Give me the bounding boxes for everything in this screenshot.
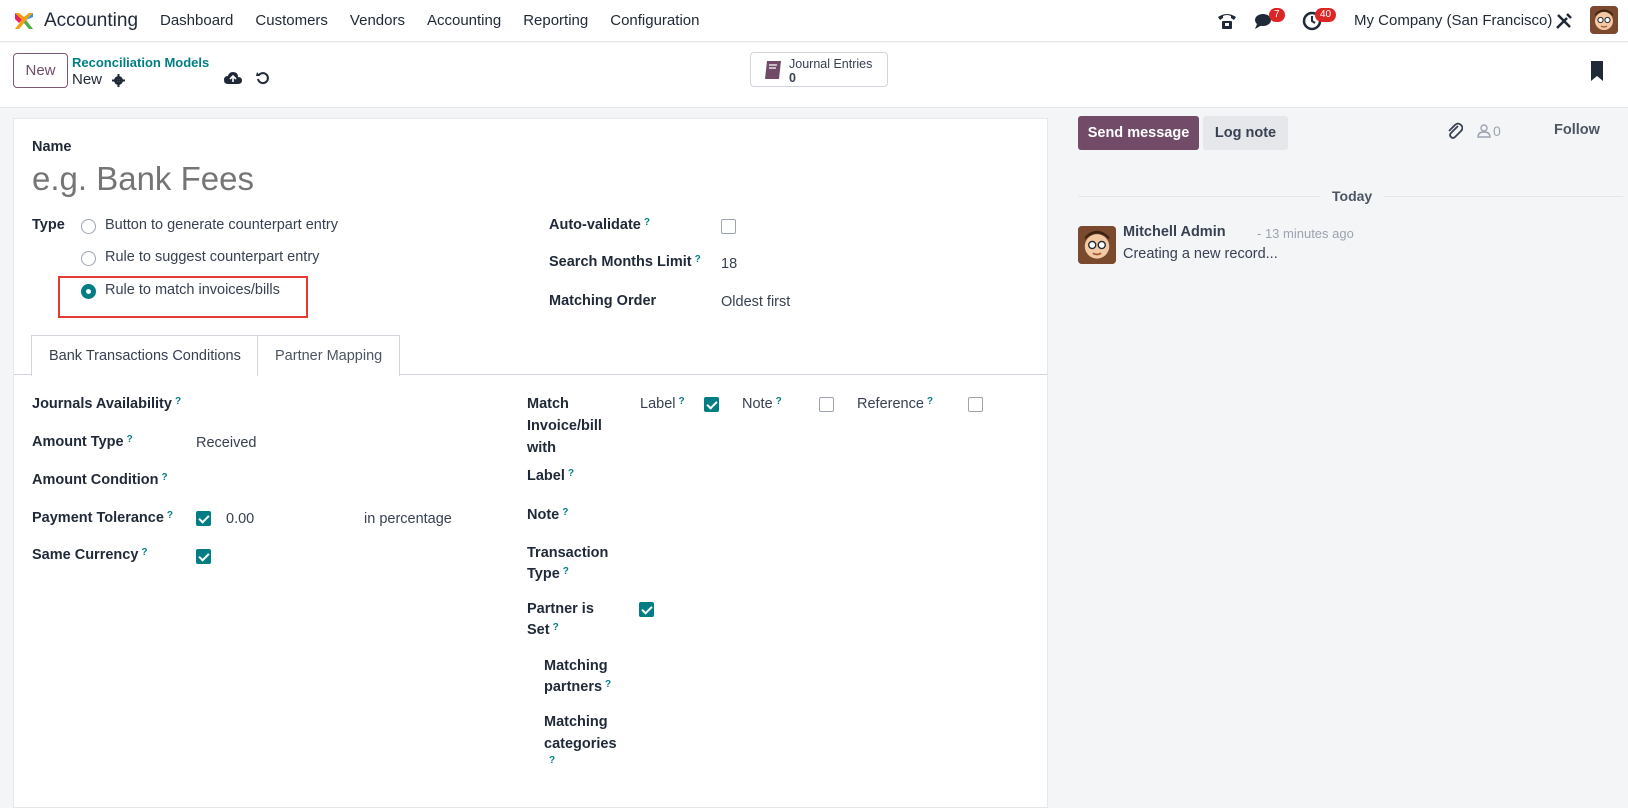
- discard-icon[interactable]: [256, 71, 270, 85]
- auto-validate-checkbox[interactable]: [721, 219, 736, 234]
- menu-item-configuration[interactable]: Configuration: [610, 12, 699, 29]
- message-time: - 13 minutes ago: [1257, 226, 1354, 241]
- partner-set-label-line1: Partner is: [527, 601, 594, 617]
- match-with-label-line1: Match: [527, 396, 569, 412]
- matching-categories-help[interactable]: ?: [549, 755, 555, 766]
- name-label: Name: [32, 139, 72, 155]
- matching-partners-label-line1: Matching: [544, 658, 608, 674]
- type-option-label[interactable]: Button to generate counterpart entry: [105, 217, 338, 233]
- payment-tolerance-unit: in percentage: [364, 511, 452, 527]
- search-months-value[interactable]: 18: [721, 256, 737, 272]
- menu-item-customers[interactable]: Customers: [255, 12, 328, 29]
- messages-badge: 7: [1269, 8, 1285, 22]
- breadcrumb-current: New: [72, 71, 103, 88]
- followers-icon[interactable]: [1477, 124, 1491, 138]
- amount-type-label: Amount Type?: [32, 434, 133, 450]
- matching-order-label: Matching Order: [549, 293, 657, 309]
- transaction-type-label-line1: Transaction: [527, 545, 609, 561]
- partner-set-label-line2: Set?: [527, 622, 559, 638]
- breadcrumb-parent[interactable]: Reconciliation Models: [72, 55, 209, 70]
- journal-entries-smart-button[interactable]: Journal Entries 0: [750, 52, 888, 87]
- control-panel: New Reconciliation Models New Journal En…: [0, 43, 1628, 108]
- send-message-button[interactable]: Send message: [1078, 116, 1199, 150]
- auto-validate-label: Auto-validate?: [549, 217, 650, 233]
- highlight-box: [58, 276, 308, 318]
- match-note-checkbox[interactable]: [819, 397, 834, 412]
- log-note-button[interactable]: Log note: [1203, 116, 1288, 150]
- accounting-app-icon[interactable]: [12, 9, 36, 33]
- matching-categories-label-line2: categories: [544, 736, 617, 752]
- type-radio-suggest-rule[interactable]: [81, 251, 96, 266]
- tab-partner-mapping[interactable]: Partner Mapping: [257, 335, 401, 376]
- book-icon: [765, 61, 781, 79]
- match-label-checkbox[interactable]: [704, 397, 719, 412]
- same-currency-checkbox[interactable]: [196, 549, 211, 564]
- date-divider-label: Today: [1320, 188, 1385, 204]
- match-reference-option: Reference?: [857, 396, 934, 412]
- type-option-label[interactable]: Rule to suggest counterpart entry: [105, 249, 319, 265]
- app-name[interactable]: Accounting: [44, 10, 138, 32]
- transaction-type-label-line2: Type?: [527, 566, 569, 582]
- match-label-option: Label?: [640, 396, 685, 412]
- save-cloud-icon[interactable]: [224, 71, 242, 85]
- payment-tolerance-label: Payment Tolerance?: [32, 510, 174, 526]
- gear-icon[interactable]: [112, 74, 125, 87]
- form-sheet: Name Type Button to generate counterpart…: [13, 118, 1048, 808]
- name-input[interactable]: [32, 157, 1012, 201]
- message-author[interactable]: Mitchell Admin: [1123, 224, 1226, 240]
- smart-button-label: Journal Entries: [789, 57, 873, 71]
- match-reference-checkbox[interactable]: [968, 397, 983, 412]
- note-condition-label: Note?: [527, 507, 569, 523]
- type-radio-button-rule[interactable]: [81, 219, 96, 234]
- user-avatar[interactable]: [1590, 6, 1618, 34]
- journals-availability-label: Journals Availability?: [32, 396, 182, 412]
- amount-type-select[interactable]: Received: [196, 435, 256, 451]
- type-label: Type: [32, 217, 65, 233]
- partner-set-checkbox[interactable]: [639, 602, 654, 617]
- follow-button[interactable]: Follow: [1554, 122, 1600, 138]
- company-switcher[interactable]: My Company (San Francisco): [1354, 12, 1552, 29]
- notebook-tabs: Bank Transactions Conditions Partner Map…: [14, 335, 1047, 376]
- smart-button-value: 0: [789, 71, 796, 85]
- matching-order-select[interactable]: Oldest first: [721, 294, 790, 310]
- label-condition-label: Label?: [527, 468, 574, 484]
- paperclip-icon[interactable]: [1447, 122, 1463, 140]
- bookmark-icon[interactable]: [1590, 61, 1604, 81]
- debug-tools-icon[interactable]: [1555, 12, 1573, 30]
- menu-item-accounting[interactable]: Accounting: [427, 12, 501, 29]
- main-menu: Dashboard Customers Vendors Accounting R…: [160, 12, 721, 29]
- menu-item-reporting[interactable]: Reporting: [523, 12, 588, 29]
- phone-icon[interactable]: [1216, 11, 1238, 31]
- followers-count[interactable]: 0: [1493, 123, 1501, 139]
- same-currency-label: Same Currency?: [32, 547, 148, 563]
- payment-tolerance-input[interactable]: 0.00: [226, 511, 254, 527]
- new-button[interactable]: New: [13, 53, 68, 88]
- match-with-label-line3: with: [527, 440, 556, 456]
- match-note-option: Note?: [742, 396, 782, 412]
- tab-bank-transactions-conditions[interactable]: Bank Transactions Conditions: [31, 335, 259, 376]
- matching-partners-label-line2: partners?: [544, 679, 612, 695]
- matching-categories-label-line1: Matching: [544, 714, 608, 730]
- menu-item-dashboard[interactable]: Dashboard: [160, 12, 233, 29]
- search-months-label: Search Months Limit?: [549, 254, 701, 270]
- message-body: Creating a new record...: [1123, 246, 1278, 262]
- payment-tolerance-checkbox[interactable]: [196, 511, 211, 526]
- activities-badge: 40: [1315, 8, 1337, 22]
- message-author-avatar[interactable]: [1078, 226, 1116, 264]
- menu-item-vendors[interactable]: Vendors: [350, 12, 405, 29]
- top-navbar: Accounting Dashboard Customers Vendors A…: [0, 0, 1628, 42]
- amount-condition-label: Amount Condition?: [32, 472, 168, 488]
- match-with-label-line2: Invoice/bill: [527, 418, 602, 434]
